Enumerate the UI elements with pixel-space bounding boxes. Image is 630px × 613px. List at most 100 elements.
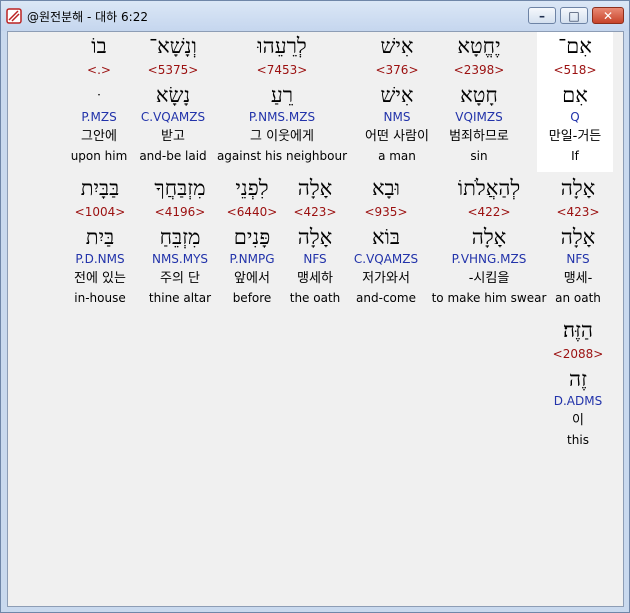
morphology-code: P.VHNG.MZS — [451, 252, 527, 266]
morphology-code: P.MZS — [81, 110, 117, 124]
strong-number[interactable]: <376> — [344, 63, 450, 77]
strong-number[interactable]: <935> — [345, 205, 427, 219]
morphology-code: C.VQAMZS — [353, 252, 419, 266]
english-gloss: thine altar — [148, 291, 212, 305]
hebrew-lemma: בּוֹא — [371, 225, 401, 249]
english-gloss: this — [567, 433, 589, 447]
korean-gloss: 맹세- — [563, 271, 593, 286]
hebrew-lemma: נָשָׂא — [155, 83, 191, 107]
word-cell[interactable]: מִזְבַּחֲךָ <4196> מִזְבֵּחַ NMS.MYS 주의 … — [144, 174, 216, 314]
minimize-button[interactable]: – — [528, 7, 556, 24]
hebrew-word: וְנָשָׁא־ — [149, 34, 197, 58]
korean-gloss: 이 — [572, 413, 584, 428]
korean-gloss: 주의 단 — [159, 271, 200, 286]
strong-number[interactable]: <.> — [62, 63, 136, 77]
word-cell[interactable]: אִישׁ <376> אִישׁ NMS 어떤 사람이 a man — [344, 32, 450, 172]
morphology-code: Q — [570, 110, 580, 124]
korean-gloss: 앞에서 — [234, 271, 270, 286]
strong-number[interactable]: <423> — [541, 205, 615, 219]
hebrew-word: לְהַאֲלֹתוֹ — [457, 176, 521, 200]
hebrew-word: מִזְבַּחֲךָ — [154, 176, 206, 200]
hebrew-word: אִישׁ — [380, 34, 414, 58]
hebrew-word: בוֹ — [91, 34, 107, 58]
morphology-code: P.D.NMS — [75, 252, 125, 266]
english-gloss: the oath — [289, 291, 341, 305]
hebrew-lemma: אִם — [562, 83, 588, 107]
word-cell[interactable]: לִפְנֵי <6440> פָּנִים P.NMPG 앞에서 before — [224, 174, 280, 314]
english-gloss: upon him — [70, 149, 128, 163]
morphology-code: NFS — [303, 252, 327, 266]
strong-number[interactable]: <6440> — [224, 205, 280, 219]
word-cell[interactable]: לְהַאֲלֹתוֹ <422> אָלָה P.VHNG.MZS -시킴을 … — [430, 174, 548, 314]
word-cell[interactable]: בַּבָּיִת <1004> בַּיִת P.D.NMS 전에 있는 in… — [62, 174, 138, 314]
app-icon — [6, 8, 22, 24]
english-gloss: and-come — [356, 291, 416, 305]
english-gloss: before — [232, 291, 272, 305]
english-gloss: in-house — [74, 291, 126, 305]
hebrew-lemma: זֶה — [569, 367, 587, 391]
morphology-code: NMS — [383, 110, 411, 124]
strong-number[interactable]: <1004> — [62, 205, 138, 219]
close-icon: ✕ — [602, 8, 614, 23]
english-gloss: If — [571, 149, 579, 163]
hebrew-lemma: בַּיִת — [85, 225, 115, 249]
window-title: @원전분해 - 대하 6:22 — [27, 10, 148, 24]
morphology-code: C.VQAMZS — [140, 110, 206, 124]
strong-number[interactable]: <2088> — [541, 347, 615, 361]
english-gloss: a man — [378, 149, 416, 163]
korean-gloss: 맹세하 — [297, 271, 333, 286]
close-button[interactable]: ✕ — [592, 7, 624, 24]
korean-gloss: 그안에 — [81, 129, 117, 144]
word-cell[interactable]: בוֹ <.> ּ P.MZS 그안에 upon him — [62, 32, 136, 172]
strong-number[interactable]: <7453> — [214, 63, 350, 77]
english-gloss: against his neighbour — [216, 149, 348, 163]
strong-number[interactable]: <423> — [285, 205, 345, 219]
hebrew-word: בַּבָּיִת — [80, 176, 120, 200]
minimize-icon: – — [539, 8, 545, 23]
korean-gloss: 그 이웃에게 — [250, 129, 314, 144]
hebrew-lemma: אָלָה — [471, 225, 507, 249]
morphology-code: P.NMPG — [229, 252, 275, 266]
maximize-button[interactable]: □ — [560, 7, 588, 24]
title-bar[interactable]: @원전분해 - 대하 6:22 – □ ✕ — [1, 1, 629, 31]
hebrew-word: וּבָא — [371, 176, 401, 200]
morphology-code: D.ADMS — [553, 394, 603, 408]
english-gloss: to make him swear — [431, 291, 547, 305]
hebrew-lemma: מִזְבֵּחַ — [159, 225, 201, 249]
korean-gloss: -시킴을 — [468, 271, 510, 286]
hebrew-word: אָלָה — [297, 176, 333, 200]
word-cell[interactable]: אָלָה <423> אָלָה NFS 맹세- an oath — [541, 174, 615, 314]
strong-number[interactable]: <5375> — [132, 63, 214, 77]
maximize-icon: □ — [568, 8, 580, 23]
hebrew-lemma: פָּנִים — [233, 225, 271, 249]
korean-gloss: 전에 있는 — [74, 271, 126, 286]
word-cell[interactable]: וְנָשָׁא־ <5375> נָשָׂא C.VQAMZS 받고 and-… — [132, 32, 214, 172]
hebrew-lemma: אָלָה — [560, 225, 596, 249]
english-gloss: an oath — [555, 291, 601, 305]
strong-number[interactable]: <518> — [537, 63, 613, 77]
hebrew-lemma: אָלָה — [297, 225, 333, 249]
korean-gloss: 만일-거든 — [548, 129, 602, 144]
hebrew-lemma: ּ — [62, 83, 136, 107]
word-cell[interactable]: הַזֶּה׃ <2088> זֶה D.ADMS 이 this — [541, 316, 615, 456]
morphology-code: NFS — [566, 252, 590, 266]
korean-gloss: 어떤 사람이 — [365, 129, 429, 144]
hebrew-word: אִם־ — [558, 34, 592, 58]
korean-gloss: 받고 — [161, 129, 185, 144]
app-window: @원전분해 - 대하 6:22 – □ ✕ אִם־ <518> אִם Q 만… — [0, 0, 630, 613]
word-cell[interactable]: אִם־ <518> אִם Q 만일-거든 If — [537, 32, 613, 172]
word-cell[interactable]: לְרֵעֵהוּ <7453> רֵעַ P.NMS.MZS 그 이웃에게 a… — [214, 32, 350, 172]
word-cell[interactable]: אָלָה <423> אָלָה NFS 맹세하 the oath — [285, 174, 345, 314]
english-gloss: and-be laid — [139, 149, 207, 163]
hebrew-lemma: רֵעַ — [270, 83, 294, 107]
word-cell[interactable]: וּבָא <935> בּוֹא C.VQAMZS 저가와서 and-come — [345, 174, 427, 314]
morphology-code: NMS.MYS — [151, 252, 209, 266]
hebrew-word: אָלָה — [560, 176, 596, 200]
strong-number[interactable]: <4196> — [144, 205, 216, 219]
morphology-code: P.NMS.MZS — [248, 110, 316, 124]
word-grid: אִם־ <518> אִם Q 만일-거든 If יֶחֱטָא <2398>… — [7, 31, 624, 607]
hebrew-word: לִפְנֵי — [235, 176, 269, 200]
hebrew-word: לְרֵעֵהוּ — [257, 34, 307, 58]
hebrew-lemma: אִישׁ — [380, 83, 414, 107]
strong-number[interactable]: <422> — [430, 205, 548, 219]
